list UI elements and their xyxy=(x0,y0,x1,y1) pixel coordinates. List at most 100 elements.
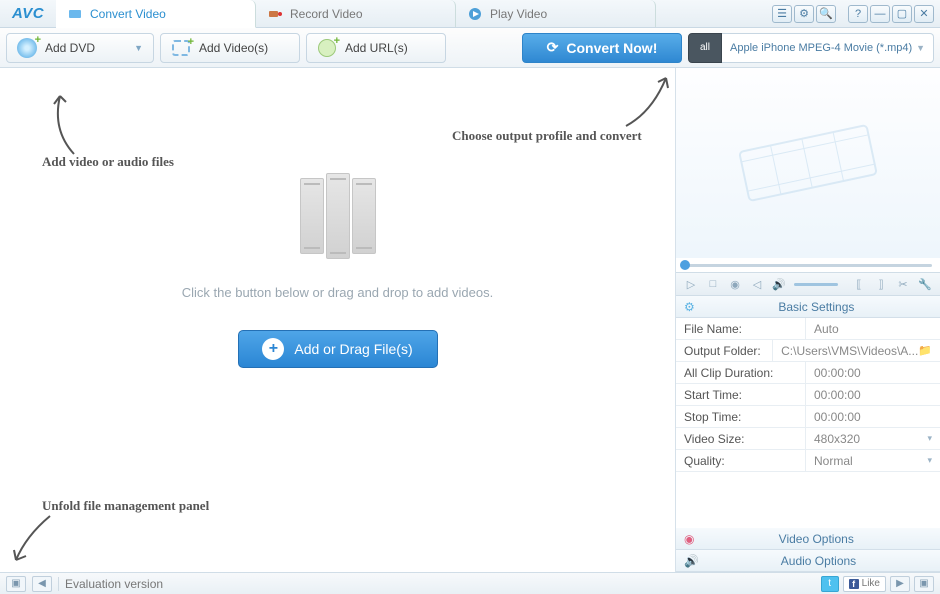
app-logo: AVC xyxy=(0,0,56,27)
filmreel-icon xyxy=(725,103,890,222)
audio-icon: 🔊 xyxy=(684,554,699,568)
section-title: Video Options xyxy=(700,532,932,546)
profile-badge[interactable]: all xyxy=(688,33,722,63)
tab-bar: Convert Video Record Video Play Video xyxy=(56,0,766,27)
search-button[interactable]: 🔍 xyxy=(816,5,836,23)
convert-now-button[interactable]: ⟳ Convert Now! xyxy=(522,33,682,63)
close-button[interactable]: ✕ xyxy=(914,5,934,23)
setting-label: Stop Time: xyxy=(676,406,806,427)
settings-button[interactable]: ⚙ xyxy=(794,5,814,23)
convert-icon xyxy=(68,7,82,21)
volume-button[interactable]: 🔊 xyxy=(770,276,788,292)
drop-hint: Click the button below or drag and drop … xyxy=(182,285,493,300)
tools-button[interactable]: 🔧 xyxy=(916,276,934,292)
output-profile: all Apple iPhone MPEG-4 Movie (*.mp4) ▼ xyxy=(688,33,934,63)
maximize-button[interactable]: ▢ xyxy=(892,5,912,23)
button-label: Convert Now! xyxy=(566,40,657,56)
setting-label: Start Time: xyxy=(676,384,806,405)
annotation-arrow-icon xyxy=(44,90,84,156)
status-bar: ▣ ◀ Evaluation version t fLike ▶ ▣ xyxy=(0,572,940,594)
gear-icon: ⚙ xyxy=(684,300,695,314)
add-dvd-button[interactable]: Add DVD ▼ xyxy=(6,33,154,63)
window-controls: ☰ ⚙ 🔍 ? — ▢ ✕ xyxy=(766,0,940,27)
filmstrip-placeholder-icon xyxy=(300,178,376,259)
duration-value: 00:00:00 xyxy=(806,366,940,380)
tab-label: Convert Video xyxy=(90,7,166,21)
button-label: Add Video(s) xyxy=(199,41,268,55)
profile-selector[interactable]: Apple iPhone MPEG-4 Movie (*.mp4) ▼ xyxy=(722,33,934,63)
basic-settings-header[interactable]: ⚙ Basic Settings xyxy=(676,296,940,318)
add-urls-button[interactable]: Add URL(s) xyxy=(306,33,446,63)
menu-button[interactable]: ☰ xyxy=(772,5,792,23)
annotation-arrow-icon xyxy=(10,512,58,566)
globe-icon xyxy=(317,38,337,58)
tab-label: Play Video xyxy=(490,7,547,21)
play-button[interactable]: ▷ xyxy=(682,276,700,292)
quality-select[interactable]: Normal▾ xyxy=(806,454,940,468)
help-button[interactable]: ? xyxy=(848,5,868,23)
panel-toggle2-button[interactable]: ▣ xyxy=(914,576,934,592)
setting-label: All Clip Duration: xyxy=(676,362,806,383)
chevron-down-icon: ▾ xyxy=(927,455,932,466)
add-files-button[interactable]: + Add or Drag File(s) xyxy=(238,330,438,368)
section-title: Audio Options xyxy=(705,554,932,568)
refresh-icon: ⟳ xyxy=(547,39,559,56)
profile-label: Apple iPhone MPEG-4 Movie (*.mp4) xyxy=(730,42,912,54)
snapshot-button[interactable]: ◉ xyxy=(726,276,744,292)
preview-slider[interactable] xyxy=(676,258,940,272)
annotation-add-files: Add video or audio files xyxy=(42,154,174,170)
setting-label: Quality: xyxy=(676,450,806,471)
preview-controls: ▷ □ ◉ ◁ 🔊 ⟦ ⟧ ✂ 🔧 xyxy=(676,272,940,296)
audio-options-header[interactable]: 🔊 Audio Options xyxy=(676,550,940,572)
twitter-button[interactable]: t xyxy=(821,576,839,592)
plus-icon: + xyxy=(262,338,284,360)
drop-zone[interactable]: Click the button below or drag and drop … xyxy=(0,68,676,572)
add-videos-button[interactable]: Add Video(s) xyxy=(160,33,300,63)
volume-slider[interactable] xyxy=(794,283,838,286)
start-time-value[interactable]: 00:00:00 xyxy=(806,388,940,402)
tab-play-video[interactable]: Play Video xyxy=(456,0,656,27)
panel-next-button[interactable]: ▶ xyxy=(890,576,910,592)
mark-out-button[interactable]: ⟧ xyxy=(872,276,890,292)
minimize-button[interactable]: — xyxy=(870,5,890,23)
mark-in-button[interactable]: ⟦ xyxy=(850,276,868,292)
basic-settings: File Name:Auto Output Folder:C:\Users\VM… xyxy=(676,318,940,472)
cut-button[interactable]: ✂ xyxy=(894,276,912,292)
button-label: Add URL(s) xyxy=(345,41,408,55)
chevron-down-icon: ▼ xyxy=(916,43,925,53)
annotation-unfold-panel: Unfold file management panel xyxy=(42,498,209,514)
tab-convert-video[interactable]: Convert Video xyxy=(56,0,256,28)
stop-button[interactable]: □ xyxy=(704,276,722,292)
setting-label: Output Folder: xyxy=(676,340,773,361)
video-size-select[interactable]: 480x320▾ xyxy=(806,432,940,446)
panel-toggle-button[interactable]: ▣ xyxy=(6,576,26,592)
disc-icon xyxy=(17,38,37,58)
file-name-value[interactable]: Auto xyxy=(806,322,940,336)
tab-label: Record Video xyxy=(290,7,363,21)
titlebar: AVC Convert Video Record Video Play Vide… xyxy=(0,0,940,28)
video-icon: ◉ xyxy=(684,532,694,546)
folder-icon[interactable]: 📁 xyxy=(918,344,932,357)
setting-label: File Name: xyxy=(676,318,806,339)
stop-time-value[interactable]: 00:00:00 xyxy=(806,410,940,424)
setting-label: Video Size: xyxy=(676,428,806,449)
record-icon xyxy=(268,7,282,21)
prev-button[interactable]: ◁ xyxy=(748,276,766,292)
video-options-header[interactable]: ◉ Video Options xyxy=(676,528,940,550)
play-icon xyxy=(468,7,482,21)
facebook-like-button[interactable]: fLike xyxy=(843,576,886,592)
film-icon xyxy=(171,38,191,58)
tab-record-video[interactable]: Record Video xyxy=(256,0,456,27)
annotation-choose-profile: Choose output profile and convert xyxy=(452,128,642,144)
status-text: Evaluation version xyxy=(65,577,163,591)
annotation-arrow-icon xyxy=(622,72,678,130)
side-panel: ▷ □ ◉ ◁ 🔊 ⟦ ⟧ ✂ 🔧 ⚙ Basic Settings File … xyxy=(676,68,940,572)
chevron-down-icon: ▾ xyxy=(927,433,932,444)
button-label: Add DVD xyxy=(45,41,95,55)
toolbar: Add DVD ▼ Add Video(s) Add URL(s) ⟳ Conv… xyxy=(0,28,940,68)
panel-prev-button[interactable]: ◀ xyxy=(32,576,52,592)
output-folder-value[interactable]: C:\Users\VMS\Videos\A...📁 xyxy=(773,344,940,358)
facebook-icon: f xyxy=(849,579,859,589)
preview-pane xyxy=(676,68,940,258)
section-title: Basic Settings xyxy=(701,300,932,314)
